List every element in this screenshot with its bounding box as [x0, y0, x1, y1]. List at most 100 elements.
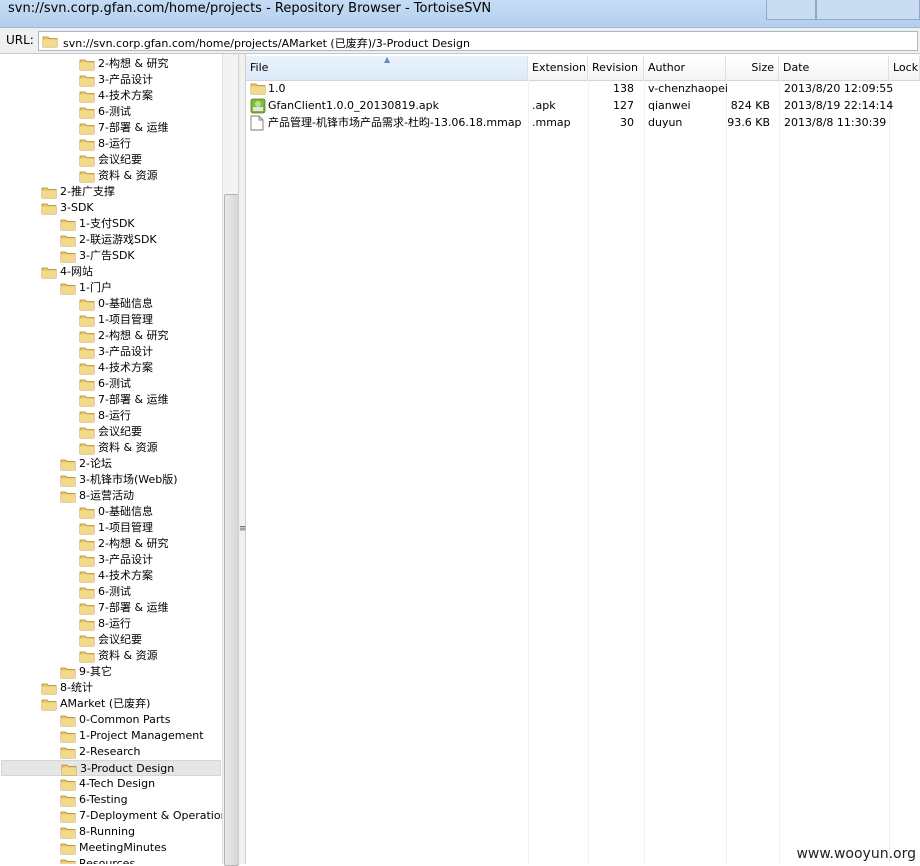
file-list[interactable]: ▲ File Extension Revision Author Size Da… [246, 54, 920, 864]
file-name: 1.0 [268, 82, 286, 95]
tree-item-label: 4-Tech Design [79, 777, 156, 790]
tree-item-label: 8-运行 [98, 409, 131, 422]
column-label: Lock [893, 61, 919, 74]
column-label: Author [648, 61, 686, 74]
url-label: URL: [6, 33, 34, 47]
author-cell: v-chenzhaopei [648, 82, 728, 95]
folder-icon [60, 731, 76, 743]
folder-icon [60, 235, 76, 247]
column-header-lock[interactable]: Lock [889, 56, 920, 80]
table-row[interactable]: 产品管理-机锋市场产品需求-杜昀-13.06.18.mmap .mmap 30 duy… [246, 114, 920, 131]
tree-item-label: 资料 & 资源 [98, 649, 158, 662]
date-cell: 2013/8/19 22:14:14 [784, 99, 894, 112]
date-cell: 2013/8/8 11:30:39 [784, 116, 887, 129]
folder-icon [60, 779, 76, 791]
folder-icon [79, 315, 95, 327]
window-control-button[interactable] [766, 0, 816, 20]
tree-item-label: 会议纪要 [98, 633, 142, 646]
date-cell: 2013/8/20 12:09:55 [784, 82, 894, 95]
column-label: File [250, 61, 269, 74]
folder-icon [42, 36, 58, 48]
title-bar: svn://svn.corp.gfan.com/home/projects - … [0, 0, 920, 28]
revision-cell: 127 [613, 99, 634, 112]
author-cell: qianwei [648, 99, 691, 112]
folder-icon [79, 139, 95, 151]
tree-item-label: Resources [79, 857, 136, 864]
tree-item-label: AMarket (已废弃) [60, 697, 151, 710]
folder-icon [79, 59, 95, 71]
folder-icon [79, 619, 95, 631]
folder-icon [79, 635, 95, 647]
size-cell: 824 KB [730, 99, 770, 112]
tree-item-label: 3-产品设计 [98, 553, 153, 566]
tree-item-label: 7-部署 & 运维 [98, 393, 169, 406]
sort-arrow-icon: ▲ [384, 55, 391, 64]
tree-item-label: 1-项目管理 [98, 521, 153, 534]
folder-icon [79, 443, 95, 455]
folder-icon [60, 251, 76, 263]
tree-item-label: 会议纪要 [98, 153, 142, 166]
tree-item-label: 1-项目管理 [98, 313, 153, 326]
folder-icon [60, 715, 76, 727]
table-row[interactable]: 1.0 138 v-chenzhaopei 2013/8/20 12:09:55 [246, 80, 920, 97]
table-row[interactable]: GfanClient1.0.0_20130819.apk .apk 127 qianw… [246, 97, 920, 114]
folder-icon [79, 331, 95, 343]
folder-icon [250, 83, 266, 95]
tree-item-label: 3-SDK [60, 201, 94, 214]
tree-item-label: 7-Deployment & Operation [79, 809, 228, 822]
tree-item-label: 4-网站 [60, 265, 93, 278]
folder-icon [60, 843, 76, 855]
column-divider [588, 80, 589, 864]
folder-icon [79, 363, 95, 375]
column-header-date[interactable]: Date [779, 56, 889, 80]
column-label: Revision [592, 61, 638, 74]
column-header-author[interactable]: Author [644, 56, 726, 80]
size-cell: 93.6 KB [727, 116, 770, 129]
column-header-extension[interactable]: Extension [528, 56, 588, 80]
window-control-button[interactable] [816, 0, 920, 20]
tree-scrollbar[interactable] [222, 54, 239, 866]
tree-item-label: 资料 & 资源 [98, 169, 158, 182]
column-label: Date [783, 61, 810, 74]
list-header: ▲ File Extension Revision Author Size Da… [246, 55, 920, 81]
folder-icon [79, 91, 95, 103]
column-header-file[interactable]: ▲ File [246, 55, 528, 80]
splitter-grip-icon: ≡ [239, 524, 247, 534]
column-divider [644, 80, 645, 864]
pane-splitter[interactable]: ≡ [238, 54, 247, 864]
tree-item-label: 会议纪要 [98, 425, 142, 438]
tree-item-label: 3-广告SDK [79, 249, 135, 262]
scrollbar-thumb[interactable] [224, 194, 239, 866]
tree-item-label: 7-部署 & 运维 [98, 121, 169, 134]
column-label: Size [751, 61, 774, 74]
column-header-size[interactable]: Size [726, 56, 779, 80]
folder-icon [79, 395, 95, 407]
folder-icon [79, 587, 95, 599]
folder-icon [41, 683, 57, 695]
url-input[interactable]: svn://svn.corp.gfan.com/home/projects/AM… [38, 31, 918, 51]
folder-icon [79, 107, 95, 119]
tree-item-label: 6-Testing [79, 793, 128, 806]
document-icon [250, 115, 264, 131]
file-name: 产品管理-机锋市场产品需求-杜昀-13.06.18.mmap [268, 116, 522, 129]
tree-item-label: 1-门户 [79, 281, 112, 294]
repository-tree[interactable]: 2-构想 & 研究 3-产品设计 4-技术方案 6-测试 7-部署 & 运维 8-运行 会议… [0, 54, 239, 864]
folder-icon [79, 171, 95, 183]
tree-item-label: 0-Common Parts [79, 713, 171, 726]
file-icon-wrap [250, 115, 264, 136]
folder-icon [41, 699, 57, 711]
folder-icon [60, 667, 76, 679]
folder-icon [60, 747, 76, 759]
column-header-revision[interactable]: Revision [588, 56, 644, 80]
extension-cell: .apk [532, 99, 556, 112]
tree-item-label: 3-产品设计 [98, 345, 153, 358]
tree-item-label: 1-Project Management [79, 729, 204, 742]
folder-icon [60, 283, 76, 295]
folder-icon [60, 491, 76, 503]
tree-item[interactable]: 3-Product Design [1, 760, 221, 776]
folder-icon [79, 155, 95, 167]
folder-icon [60, 219, 76, 231]
folder-icon [79, 123, 95, 135]
column-divider [779, 80, 780, 864]
tree-item-label: 2-Research [79, 745, 141, 758]
